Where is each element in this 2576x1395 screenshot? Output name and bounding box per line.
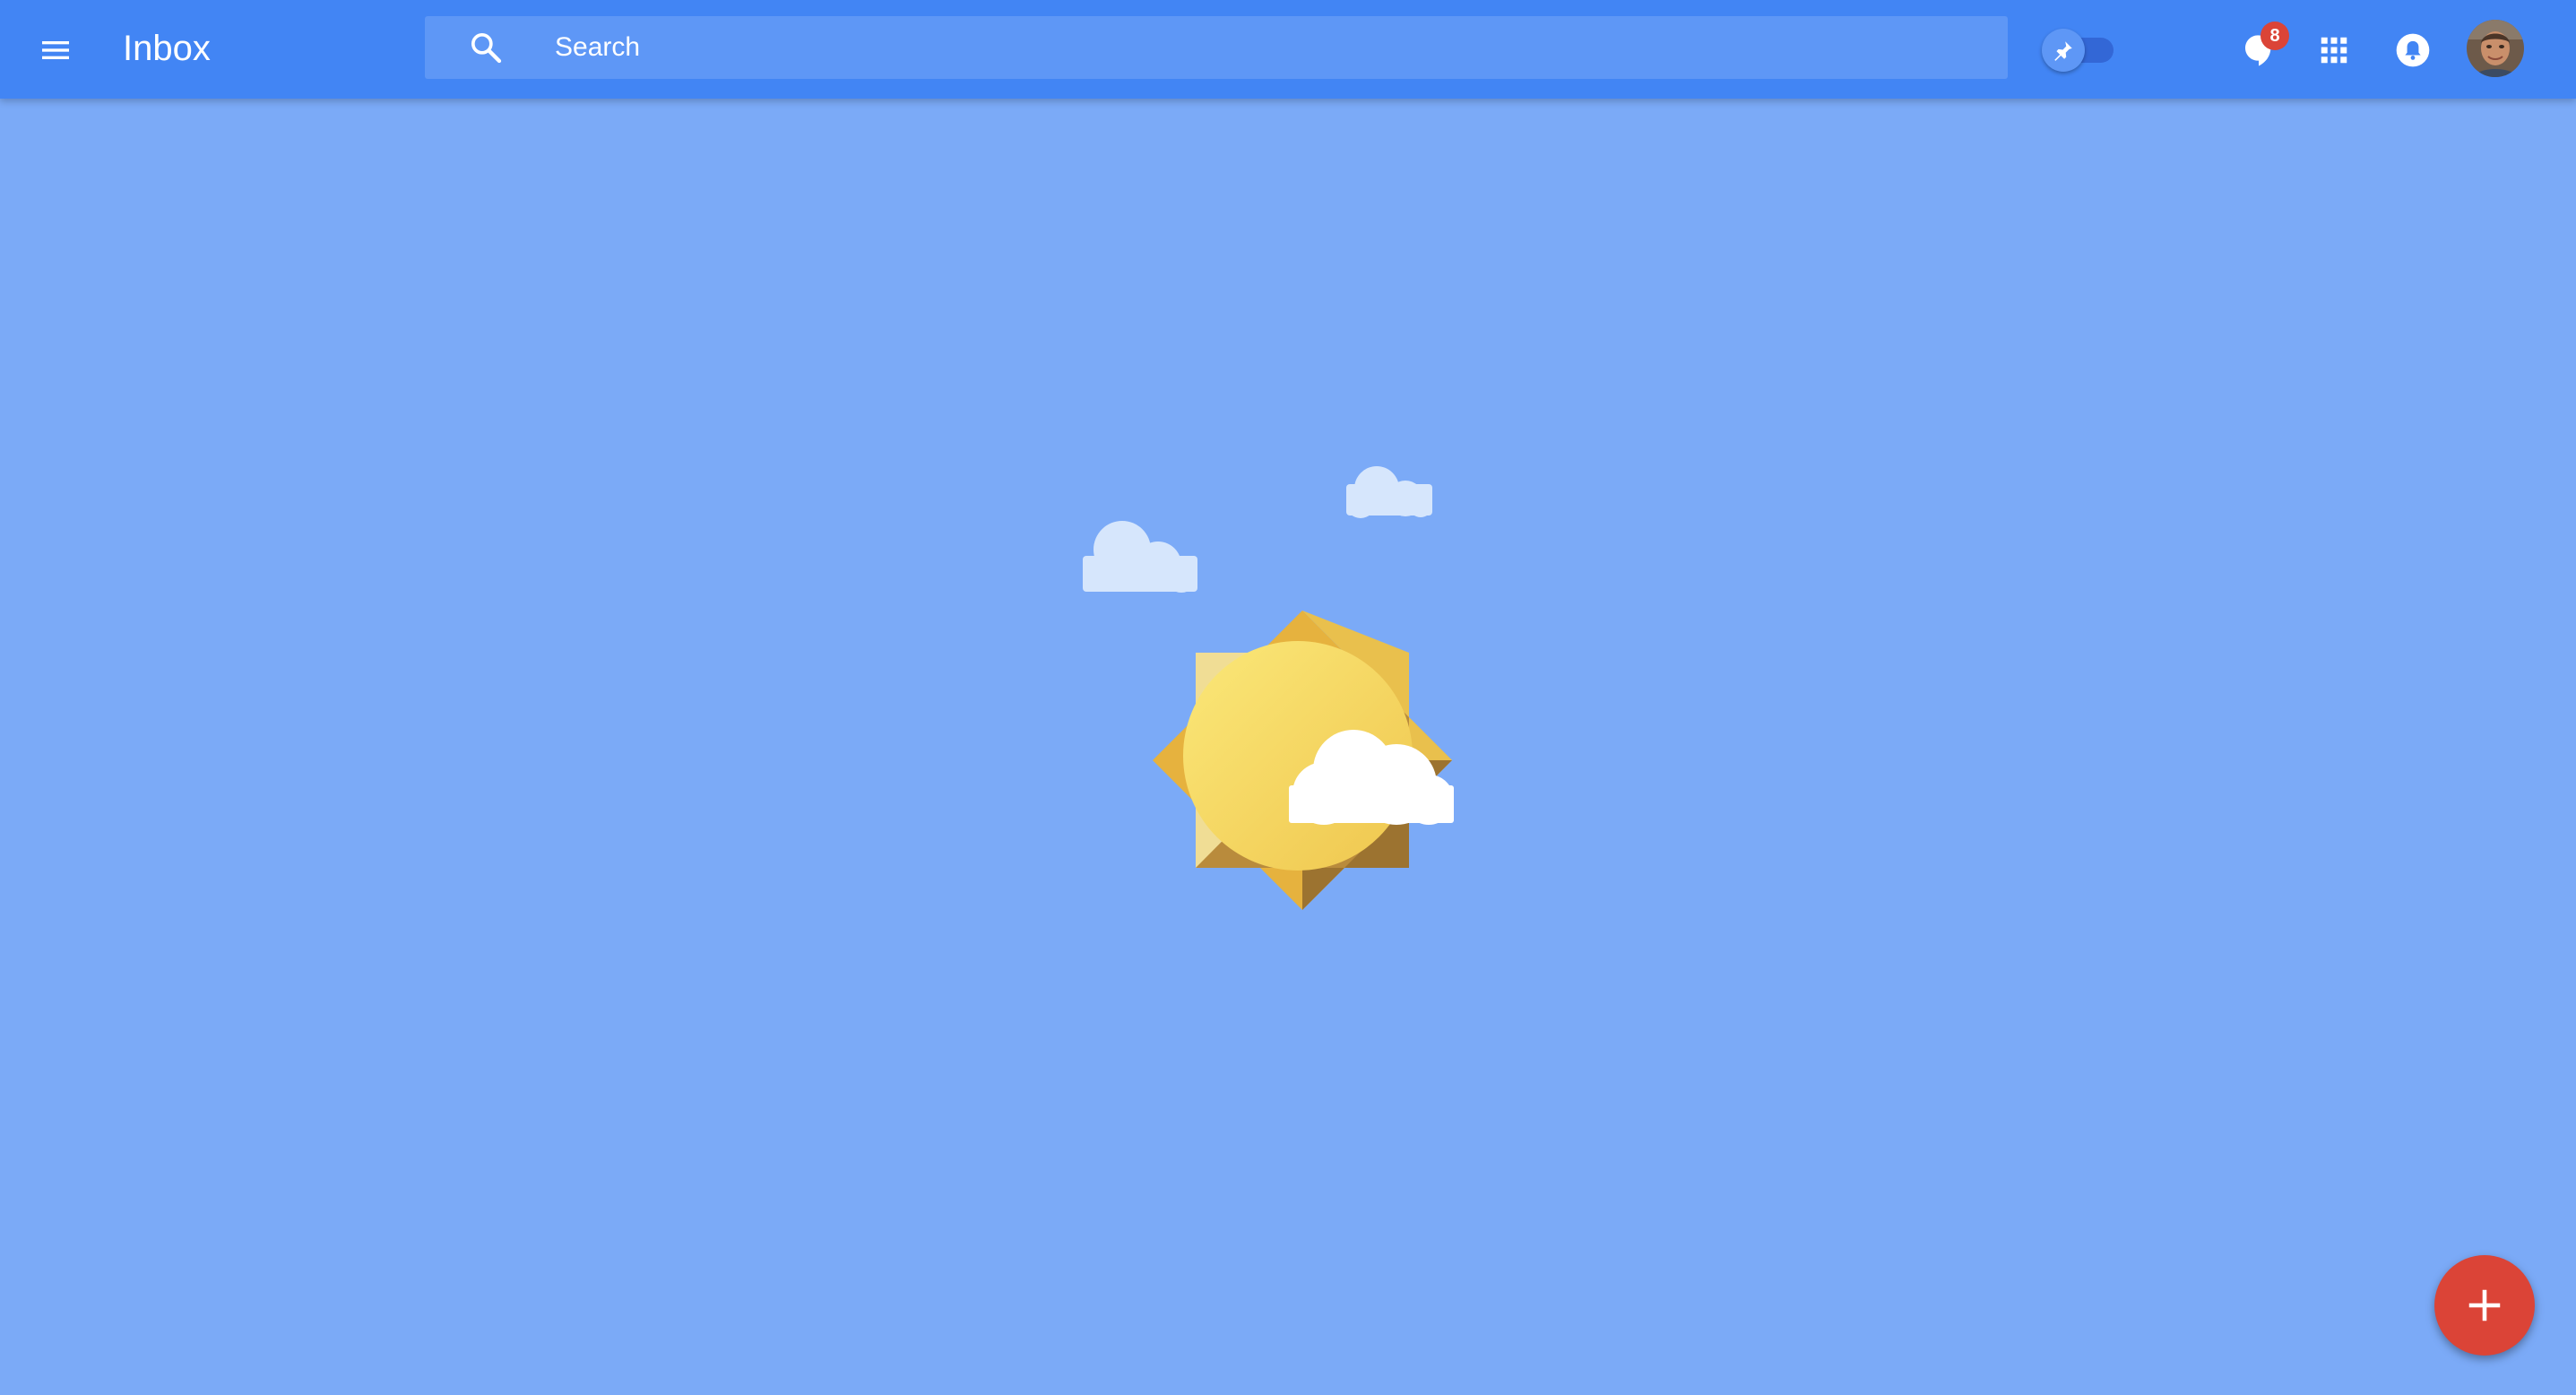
notifications-button[interactable]: [2384, 22, 2442, 79]
compose-button[interactable]: [2434, 1255, 2535, 1356]
pin-icon: [2054, 41, 2072, 61]
page-title: Inbox: [123, 29, 211, 68]
account-avatar[interactable]: [2467, 20, 2524, 77]
main-menu-button[interactable]: [27, 22, 84, 79]
plus-icon: [2468, 1289, 2501, 1321]
hangouts-badge: 8: [2260, 22, 2289, 50]
small-cloud-left: [1083, 521, 1197, 593]
pinned-toggle[interactable]: [2042, 27, 2124, 72]
hangouts-button[interactable]: 8: [2230, 22, 2289, 79]
empty-inbox-illustration: [1083, 466, 1454, 910]
search-input[interactable]: [555, 16, 1971, 79]
menu-icon: [42, 41, 69, 59]
avatar-image: [2467, 20, 2524, 77]
search-bar[interactable]: [425, 16, 2008, 79]
search-icon[interactable]: [468, 30, 504, 65]
apps-grid-icon: [2321, 37, 2347, 64]
toggle-knob: [2042, 29, 2085, 72]
top-app-bar: Inbox 8: [0, 0, 2576, 99]
apps-button[interactable]: [2305, 22, 2363, 79]
small-cloud-right: [1346, 466, 1432, 518]
bell-icon: [2396, 33, 2430, 67]
